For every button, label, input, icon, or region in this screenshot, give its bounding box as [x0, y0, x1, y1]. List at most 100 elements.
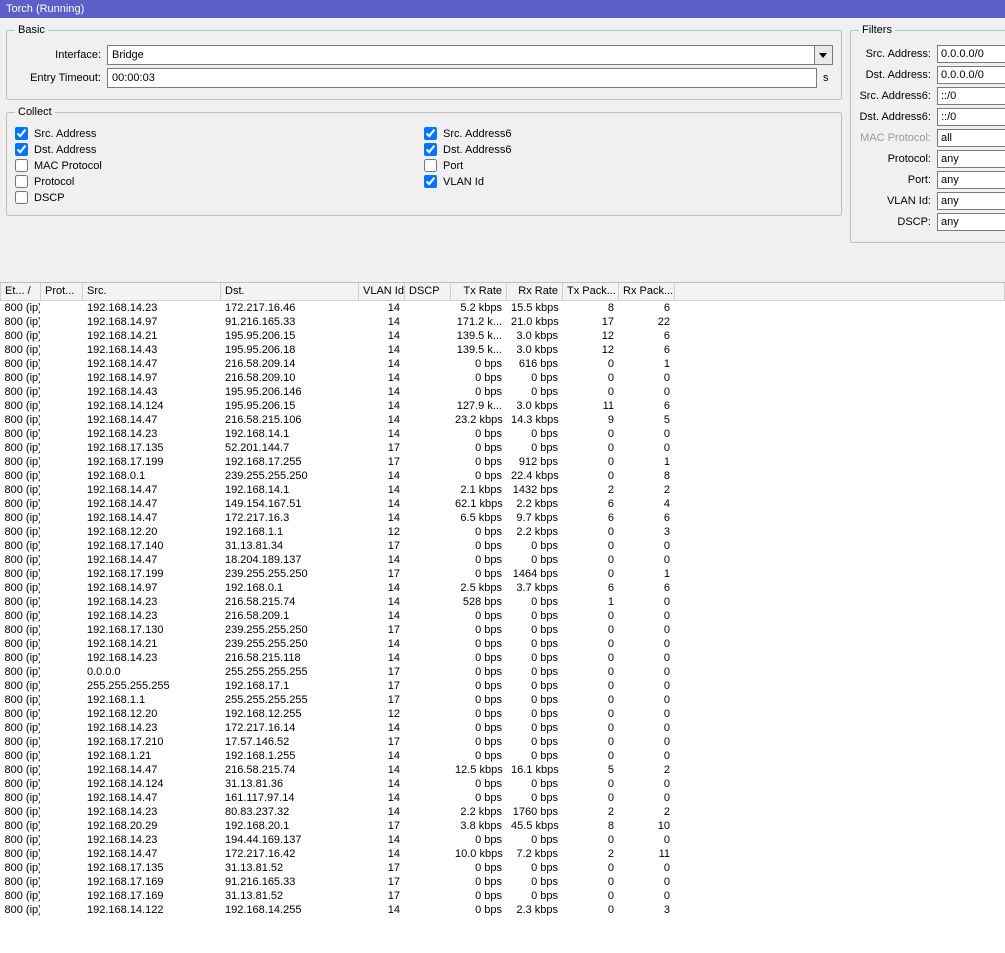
table-row[interactable]: 800 (ip)192.168.14.43195.95.206.146140 b…	[1, 385, 1005, 399]
entry-timeout-label: Entry Timeout:	[15, 72, 107, 84]
table-row[interactable]: 800 (ip)192.168.17.21017.57.146.52170 bp…	[1, 735, 1005, 749]
table-row[interactable]: 800 (ip)192.168.14.23192.168.14.1140 bps…	[1, 427, 1005, 441]
table-row[interactable]: 800 (ip)192.168.17.199192.168.17.255170 …	[1, 455, 1005, 469]
table-row[interactable]: 800 (ip)192.168.17.14031.13.81.34170 bps…	[1, 539, 1005, 553]
table-row[interactable]: 800 (ip)192.168.14.21195.95.206.1514139.…	[1, 329, 1005, 343]
table-row[interactable]: 800 (ip)192.168.14.47216.58.209.14140 bp…	[1, 357, 1005, 371]
interface-input[interactable]	[107, 45, 815, 65]
table-row[interactable]: 800 (ip)255.255.255.255192.168.17.1170 b…	[1, 679, 1005, 693]
column-header[interactable]: Tx Rate	[451, 283, 507, 300]
filter-input[interactable]	[937, 66, 1005, 84]
table-header-row[interactable]: Et... /Prot...Src.Dst.VLAN IdDSCPTx Rate…	[1, 283, 1005, 300]
table-row[interactable]: 800 (ip)192.168.0.1239.255.255.250140 bp…	[1, 469, 1005, 483]
collect-checkbox[interactable]	[15, 191, 28, 204]
column-header[interactable]: Src.	[83, 283, 221, 300]
filter-input[interactable]	[937, 108, 1005, 126]
table-row[interactable]: 800 (ip)192.168.14.23172.217.16.46145.2 …	[1, 300, 1005, 315]
column-header[interactable]: Et... /	[1, 283, 41, 300]
table-row[interactable]: 800 (ip)192.168.14.23172.217.16.14140 bp…	[1, 721, 1005, 735]
table-cell: 528 bps	[451, 595, 507, 609]
table-row[interactable]: 800 (ip)192.168.14.47149.154.167.511462.…	[1, 497, 1005, 511]
table-row[interactable]: 800 (ip)192.168.12.20192.168.12.255120 b…	[1, 707, 1005, 721]
table-row[interactable]: 800 (ip)192.168.17.13552.201.144.7170 bp…	[1, 441, 1005, 455]
collect-checkbox[interactable]	[15, 127, 28, 140]
table-cell: 239.255.255.250	[221, 567, 359, 581]
table-row[interactable]: 800 (ip)0.0.0.0255.255.255.255170 bps0 b…	[1, 665, 1005, 679]
table-cell	[405, 749, 451, 763]
table-row[interactable]: 800 (ip)192.168.14.124195.95.206.1514127…	[1, 399, 1005, 413]
table-row[interactable]: 800 (ip)192.168.14.47161.117.97.14140 bp…	[1, 791, 1005, 805]
column-header[interactable]: Tx Pack...	[563, 283, 619, 300]
table-row[interactable]: 800 (ip)192.168.14.23216.58.215.7414528 …	[1, 595, 1005, 609]
collect-checkbox[interactable]	[15, 175, 28, 188]
results-table-container[interactable]: Et... /Prot...Src.Dst.VLAN IdDSCPTx Rate…	[0, 282, 1005, 953]
table-row[interactable]: 800 (ip)192.168.14.47172.217.16.3146.5 k…	[1, 511, 1005, 525]
table-cell	[405, 385, 451, 399]
filter-input[interactable]	[937, 150, 1005, 168]
filter-input[interactable]	[937, 87, 1005, 105]
entry-timeout-input[interactable]	[107, 68, 817, 88]
filter-input[interactable]	[937, 171, 1005, 189]
filter-input[interactable]	[937, 129, 1005, 147]
table-row[interactable]: 800 (ip)192.168.17.13531.13.81.52170 bps…	[1, 861, 1005, 875]
table-row[interactable]: 800 (ip)192.168.14.9791.216.165.3314171.…	[1, 315, 1005, 329]
table-cell: 17.57.146.52	[221, 735, 359, 749]
table-row[interactable]: 800 (ip)192.168.14.21239.255.255.250140 …	[1, 637, 1005, 651]
table-row[interactable]: 800 (ip)192.168.12.20192.168.1.1120 bps2…	[1, 525, 1005, 539]
filter-input[interactable]	[937, 213, 1005, 231]
column-header[interactable]: DSCP	[405, 283, 451, 300]
table-row[interactable]: 800 (ip)192.168.14.23216.58.215.118140 b…	[1, 651, 1005, 665]
table-cell: 0	[563, 735, 619, 749]
table-cell: 800 (ip)	[1, 329, 41, 343]
column-header[interactable]: Prot...	[41, 283, 83, 300]
table-cell: 800 (ip)	[1, 693, 41, 707]
table-cell: 0	[563, 469, 619, 483]
table-row[interactable]: 800 (ip)192.168.14.47192.168.14.1142.1 k…	[1, 483, 1005, 497]
collect-checkbox[interactable]	[424, 143, 437, 156]
interface-dropdown-button[interactable]	[815, 45, 833, 65]
table-row[interactable]: 800 (ip)192.168.1.1255.255.255.255170 bp…	[1, 693, 1005, 707]
table-cell: 0 bps	[451, 525, 507, 539]
table-row[interactable]: 800 (ip)192.168.17.130239.255.255.250170…	[1, 623, 1005, 637]
table-cell: 2	[563, 483, 619, 497]
table-row[interactable]: 800 (ip)192.168.14.47172.217.16.421410.0…	[1, 847, 1005, 861]
table-row[interactable]: 800 (ip)192.168.14.23194.44.169.137140 b…	[1, 833, 1005, 847]
table-cell: 6	[563, 511, 619, 525]
table-cell: 17	[359, 623, 405, 637]
table-row[interactable]: 800 (ip)192.168.17.16991.216.165.33170 b…	[1, 875, 1005, 889]
table-row[interactable]: 800 (ip)192.168.17.16931.13.81.52170 bps…	[1, 889, 1005, 903]
filter-input[interactable]	[937, 45, 1005, 63]
column-header[interactable]: Dst.	[221, 283, 359, 300]
table-row[interactable]: 800 (ip)192.168.17.199239.255.255.250170…	[1, 567, 1005, 581]
collect-checkbox[interactable]	[424, 159, 437, 172]
table-row[interactable]: 800 (ip)192.168.14.4718.204.189.137140 b…	[1, 553, 1005, 567]
table-row[interactable]: 800 (ip)192.168.1.21192.168.1.255140 bps…	[1, 749, 1005, 763]
table-row[interactable]: 800 (ip)192.168.14.12431.13.81.36140 bps…	[1, 777, 1005, 791]
table-cell: 216.58.209.1	[221, 609, 359, 623]
table-cell: 255.255.255.255	[221, 693, 359, 707]
collect-checkbox[interactable]	[15, 159, 28, 172]
collect-checkbox[interactable]	[15, 143, 28, 156]
table-cell	[41, 385, 83, 399]
table-row[interactable]: 800 (ip)192.168.14.97216.58.209.10140 bp…	[1, 371, 1005, 385]
table-row[interactable]: 800 (ip)192.168.14.23216.58.209.1140 bps…	[1, 609, 1005, 623]
filter-input[interactable]	[937, 192, 1005, 210]
table-row[interactable]: 800 (ip)192.168.14.2380.83.237.32142.2 k…	[1, 805, 1005, 819]
table-row[interactable]: 800 (ip)192.168.14.47216.58.215.741412.5…	[1, 763, 1005, 777]
table-cell: 14.3 kbps	[507, 413, 563, 427]
column-header[interactable]: VLAN Id	[359, 283, 405, 300]
column-header[interactable]: Rx Rate	[507, 283, 563, 300]
table-row[interactable]: 800 (ip)192.168.14.122192.168.14.255140 …	[1, 903, 1005, 917]
table-cell: 0 bps	[507, 707, 563, 721]
table-row[interactable]: 800 (ip)192.168.14.97192.168.0.1142.5 kb…	[1, 581, 1005, 595]
collect-checkbox[interactable]	[424, 127, 437, 140]
table-cell: 14	[359, 413, 405, 427]
column-header[interactable]: Rx Pack...	[619, 283, 675, 300]
collect-checkbox[interactable]	[424, 175, 437, 188]
table-cell: 0	[563, 875, 619, 889]
table-cell: 2.3 kbps	[507, 903, 563, 917]
table-cell	[405, 553, 451, 567]
table-row[interactable]: 800 (ip)192.168.14.47216.58.215.1061423.…	[1, 413, 1005, 427]
table-row[interactable]: 800 (ip)192.168.14.43195.95.206.1814139.…	[1, 343, 1005, 357]
table-row[interactable]: 800 (ip)192.168.20.29192.168.20.1173.8 k…	[1, 819, 1005, 833]
